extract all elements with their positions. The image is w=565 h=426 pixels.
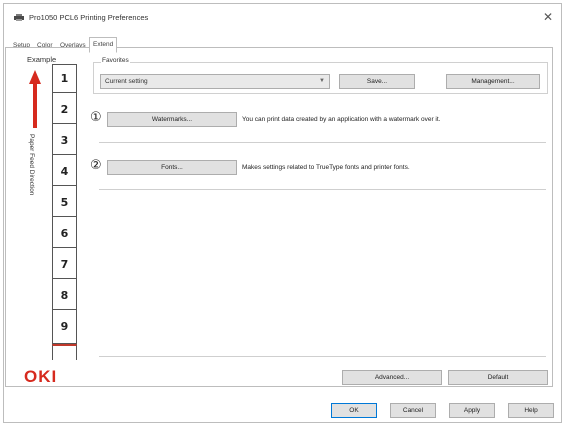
- paper-preview-next: [52, 344, 77, 360]
- watermarks-button[interactable]: Watermarks...: [107, 112, 237, 127]
- tab-extend[interactable]: Extend: [89, 37, 118, 53]
- ok-button[interactable]: OK: [331, 403, 377, 418]
- apply-button[interactable]: Apply: [449, 403, 495, 418]
- arrow-up-icon: [29, 70, 41, 84]
- page-number: 6: [53, 220, 76, 248]
- page-number: 2: [53, 96, 76, 124]
- page-number: 7: [53, 251, 76, 279]
- divider: [99, 356, 546, 357]
- printer-icon: [14, 14, 24, 21]
- page-number: 8: [53, 282, 76, 310]
- paper-preview: 1 2 3 4 5 6 7 8 9: [52, 64, 77, 344]
- fonts-description: Makes settings related to TrueType fonts…: [242, 164, 410, 171]
- close-icon: ✕: [542, 10, 554, 24]
- arrow-shaft: [33, 83, 37, 128]
- favorites-selected-value: Current setting: [105, 78, 148, 85]
- favorites-select[interactable]: Current setting ▼: [100, 74, 330, 89]
- help-button[interactable]: Help: [508, 403, 554, 418]
- cancel-button[interactable]: Cancel: [390, 403, 436, 418]
- close-button[interactable]: ✕: [539, 9, 557, 25]
- page-number: 5: [53, 189, 76, 217]
- advanced-button[interactable]: Advanced...: [342, 370, 442, 385]
- default-button[interactable]: Default: [448, 370, 548, 385]
- marker-2: ②: [90, 158, 102, 173]
- page-number: 4: [53, 158, 76, 186]
- window-title: Pro1050 PCL6 Printing Preferences: [29, 13, 149, 22]
- fonts-button[interactable]: Fonts...: [107, 160, 237, 175]
- oki-logo: OKI: [24, 367, 58, 386]
- divider: [99, 189, 546, 190]
- extend-panel: [5, 47, 553, 387]
- favorites-label: Favorites: [101, 57, 130, 64]
- marker-1: ①: [90, 110, 102, 125]
- management-button[interactable]: Management...: [446, 74, 540, 89]
- page-number: 1: [53, 65, 76, 93]
- watermarks-description: You can print data created by an applica…: [242, 116, 441, 123]
- title-bar: Pro1050 PCL6 Printing Preferences ✕: [4, 4, 561, 32]
- save-button[interactable]: Save...: [339, 74, 415, 89]
- page-number: 9: [60, 320, 69, 333]
- divider: [99, 142, 546, 143]
- example-label: Example: [27, 55, 57, 64]
- chevron-down-icon: ▼: [319, 78, 325, 84]
- page-number: 3: [53, 127, 76, 155]
- paper-feed-direction-label: Paper Feed Direction: [28, 134, 35, 196]
